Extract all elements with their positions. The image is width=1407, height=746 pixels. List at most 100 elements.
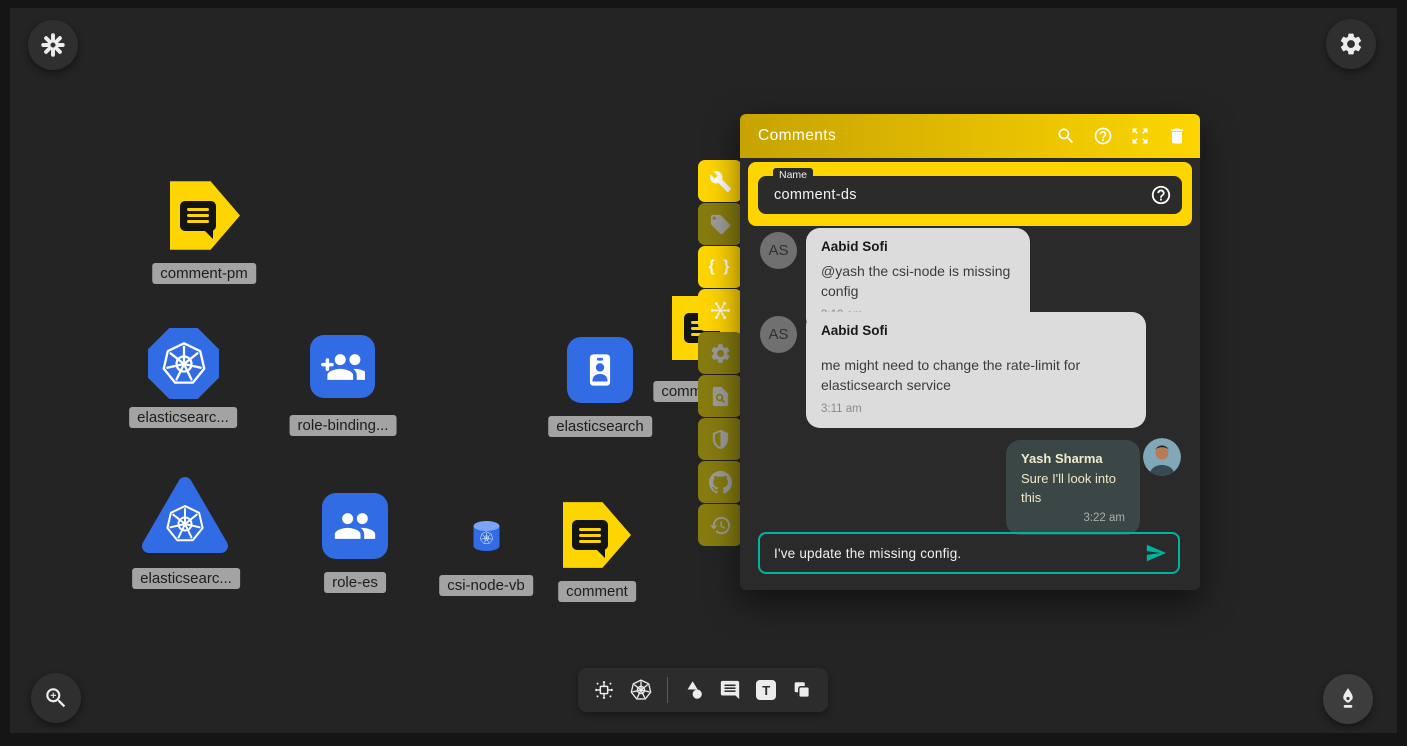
node-csi-node-vb[interactable] [469,519,504,553]
name-field[interactable]: Name [758,176,1182,214]
github-tool-button[interactable] [698,461,742,503]
node-role-es[interactable] [322,493,388,559]
history-icon [709,514,732,537]
message-time: 3:22 am [1021,512,1125,524]
comment-bubble-icon [180,201,216,231]
expand-icon[interactable] [1130,126,1150,146]
name-input[interactable] [758,176,1182,214]
node-comment-pm[interactable] [170,179,240,252]
settings-button[interactable] [1326,19,1376,69]
avatar: AS [760,316,797,353]
text-tool-button[interactable]: T [756,680,776,700]
infrastructure-icon [593,679,615,701]
shield-tool-button[interactable] [698,418,742,460]
node-label: comment [558,581,636,602]
help-icon[interactable] [1093,126,1113,146]
comment-message: Yash Sharma Sure I'll look into this 3:2… [1006,440,1140,535]
send-icon[interactable] [1145,542,1167,564]
node-label: csi-node-vb [439,575,533,596]
history-tool-button[interactable] [698,504,742,546]
pen-tool-button[interactable] [1323,674,1373,724]
zoom-in-icon [43,685,69,711]
node-label: elasticsearc... [132,568,240,589]
comment-node-shape [170,179,240,252]
id-badge-icon [578,348,622,392]
message-time: 3:11 am [821,403,1131,415]
name-help-button[interactable] [1150,184,1172,211]
gear-icon [709,342,732,365]
comment-input[interactable] [760,546,1145,561]
message-author: Aabid Sofi [821,323,1131,338]
wrench-icon [709,170,732,193]
kanvas-flower-icon [40,32,66,58]
cylinder-node-shape [469,519,504,553]
panel-title: Comments [758,127,1056,145]
app-window: comment-pm elasticsearc... [0,0,1407,746]
comment-bubble-icon [572,520,608,550]
message-text: Sure I'll look into this [1021,470,1125,508]
node-elasticsearch-triangle[interactable] [140,475,230,557]
name-field-section: Name [748,162,1192,226]
message-author: Aabid Sofi [821,239,1015,254]
dock-divider [667,677,668,703]
user-add-icon [321,345,365,389]
kanvas-logo-button[interactable] [28,20,78,70]
shapes-dock-bottom: T [578,668,828,712]
delete-icon[interactable] [1167,126,1187,146]
shapes-icon [683,679,705,701]
node-comment[interactable] [563,500,631,570]
doc-search-icon [709,385,732,408]
infrastructure-tool-button[interactable] [593,679,615,701]
zoom-button[interactable] [31,673,81,723]
comment-node-shape [563,500,631,570]
avatar: AS [760,232,797,269]
node-label: role-binding... [290,415,397,436]
comment-tool-button[interactable] [719,679,741,701]
mesh-tool-button[interactable] [698,289,742,331]
image-tool-button[interactable] [791,679,813,701]
triangle-node-shape [140,475,230,557]
settings-tool-button[interactable] [698,332,742,374]
help-circle-icon [1150,184,1172,206]
shapes-tool-button[interactable] [683,679,705,701]
kubernetes-node-shape [148,328,219,399]
tools-dock-vertical: { } [698,160,742,546]
comments-panel: Comments Name AS Aabid Sofi @yash the cs… [740,114,1200,590]
message-text: @yash the csi-node is missing config [821,261,1015,302]
pen-nib-icon [1335,686,1361,712]
node-label: role-es [324,572,386,593]
json-tool-button[interactable]: { } [698,246,742,288]
comment-composer[interactable] [758,532,1180,574]
search-icon[interactable] [1056,126,1076,146]
kubernetes-wheel-icon [161,341,207,387]
comment-message: Aabid Sofi me might need to change the r… [806,312,1146,428]
mesh-hub-icon [709,299,732,322]
shield-icon [709,428,732,451]
kubernetes-icon [630,679,652,701]
node-label: comment-pm [152,263,256,284]
tag-tool-button[interactable] [698,203,742,245]
role-binding-node-shape [310,335,375,398]
avatar-photo [1143,438,1181,476]
comments-panel-header[interactable]: Comments [740,114,1200,158]
doc-search-tool-button[interactable] [698,375,742,417]
node-label: elasticsearch [548,416,652,437]
role-node-shape [322,493,388,559]
configure-tool-button[interactable] [698,160,742,202]
node-role-binding[interactable] [310,335,375,398]
node-label: elasticsearc... [129,407,237,428]
gear-icon [1338,31,1364,57]
node-elasticsearch-serviceaccount[interactable] [567,337,633,403]
tag-icon [709,213,732,236]
message-author: Yash Sharma [1021,451,1125,466]
github-icon [709,471,732,494]
kubernetes-tool-button[interactable] [630,679,652,701]
serviceaccount-node-shape [567,337,633,403]
image-tool-icon [791,679,813,701]
message-text: me might need to change the rate-limit f… [821,355,1131,396]
comment-tool-icon [719,679,741,701]
braces-icon: { } [709,258,732,276]
node-elasticsearch-octagon[interactable] [148,328,219,399]
text-tool-icon: T [756,680,776,700]
users-icon [333,504,377,548]
